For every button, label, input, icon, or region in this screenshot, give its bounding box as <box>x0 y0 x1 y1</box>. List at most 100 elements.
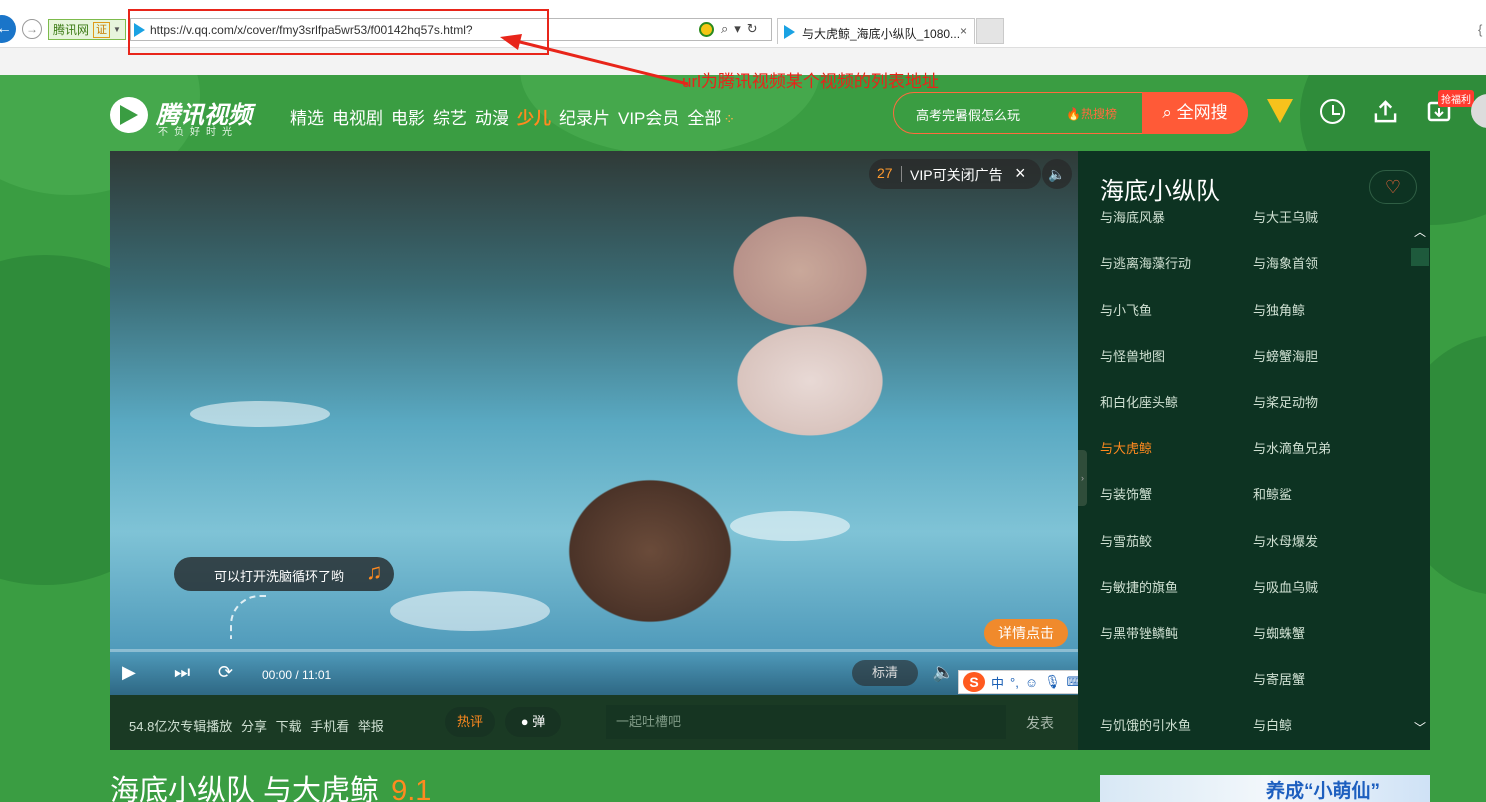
loop-tip-bubble[interactable]: 可以打开洗脑循环了哟 ♫ <box>174 557 394 591</box>
episode-item[interactable]: 与逃离海藻行动 <box>1100 253 1191 272</box>
nav-item-featured[interactable]: 精选 <box>290 104 324 129</box>
hot-comments-tab[interactable]: 热评 <box>445 707 495 737</box>
episode-item[interactable]: 与白鲸 <box>1253 715 1292 734</box>
play-icon[interactable]: ▶ <box>122 662 136 683</box>
ime-mic-icon[interactable]: 🎙 <box>1044 674 1061 690</box>
search-button-label: 全网搜 <box>1176 103 1228 122</box>
ad-banner-text: 养成“小萌仙” <box>1266 781 1381 802</box>
music-note-icon: ♫ <box>366 559 383 584</box>
browser-menu-icon[interactable]: { <box>1478 22 1482 37</box>
nav-item-documentary[interactable]: 纪录片 <box>559 104 610 129</box>
search-button[interactable]: ⌕ 全网搜 <box>1142 92 1248 134</box>
player-controls: ▶ ⏭ ⟳ 00:00 / 11:01 标清 🔈 S 中 °, ☺ 🎙 ⌨ 👤 … <box>110 652 1078 695</box>
stats-line: 54.8亿次专辑播放 分享 下载 手机看 举报 <box>129 716 384 735</box>
ime-toolbar[interactable]: S 中 °, ☺ 🎙 ⌨ 👤 👕 ▦ <box>958 670 1078 694</box>
episode-item[interactable]: 与水母爆发 <box>1253 531 1318 550</box>
episode-item[interactable]: 与怪兽地图 <box>1100 346 1165 365</box>
send-danmu-button[interactable]: 发表 <box>1026 713 1054 733</box>
episode-item[interactable]: 与水滴鱼兄弟 <box>1253 438 1331 457</box>
episode-item[interactable]: 与寄居蟹 <box>1253 669 1305 688</box>
nav-item-variety[interactable]: 综艺 <box>433 104 467 129</box>
episode-item[interactable]: 与大王乌贼 <box>1253 207 1318 226</box>
annotation-caption: url为腾讯视频某个视频的列表地址 <box>682 72 939 91</box>
episode-item[interactable]: 与饥饿的引水鱼 <box>1100 715 1191 734</box>
hot-search-link[interactable]: 🔥热搜榜 <box>1066 105 1117 122</box>
time-display: 00:00 / 11:01 <box>262 668 332 682</box>
download-link[interactable]: 下载 <box>276 719 302 734</box>
site-identity-badge[interactable]: 腾讯网 证 ▼ <box>48 19 126 40</box>
playlist-scrollbar[interactable] <box>1411 248 1429 266</box>
search-box[interactable]: 高考完暑假怎么玩 🔥热搜榜 ⌕ 全网搜 <box>893 92 1248 134</box>
episode-item[interactable]: 与螃蟹海胆 <box>1253 346 1318 365</box>
loop-icon[interactable]: ⟳ <box>218 662 233 683</box>
danmu-input[interactable]: 一起吐槽吧 <box>606 705 1006 739</box>
nav-item-tv[interactable]: 电视剧 <box>332 104 383 129</box>
nav-item-all[interactable]: 全部 ⁘ <box>687 104 735 129</box>
gift-badge[interactable]: 抢福利 <box>1438 90 1474 107</box>
ime-keyboard-icon[interactable]: ⌨ <box>1067 674 1078 690</box>
ad-countdown-bar[interactable]: 27 VIP可关闭广告 × <box>869 159 1041 189</box>
detail-button[interactable]: 详情点击 <box>984 619 1068 647</box>
forward-icon[interactable]: → <box>22 19 42 39</box>
chevron-up-icon[interactable]: ︿ <box>1414 223 1426 240</box>
chevron-down-icon[interactable]: ﹀ <box>1414 719 1426 736</box>
episode-item[interactable]: 和鲸鲨 <box>1253 484 1292 503</box>
compat-mode-icon[interactable] <box>699 22 714 37</box>
episode-item[interactable]: 与桨足动物 <box>1253 392 1318 411</box>
main-nav: 精选 电视剧 电影 综艺 动漫 少儿 纪录片 VIP会员 全部 ⁘ <box>290 104 735 129</box>
quality-selector[interactable]: 标清 <box>852 660 918 686</box>
nav-item-kids[interactable]: 少儿 <box>517 104 551 129</box>
browser-tab[interactable]: 与大虎鲸_海底小纵队_1080... × <box>777 18 975 44</box>
episode-item[interactable]: 与吸血乌贼 <box>1253 577 1318 596</box>
search-input[interactable]: 高考完暑假怎么玩 <box>916 105 1020 124</box>
close-icon[interactable]: × <box>1015 163 1026 184</box>
vip-skip-ad-link[interactable]: VIP可关闭广告 <box>910 165 1003 185</box>
episode-item[interactable]: 与蜘蛛蟹 <box>1253 623 1305 642</box>
episode-playlist: 海底小纵队 ♡ 与海底风暴 与大王乌贼 与逃离海藻行动 与海象首领 与小飞鱼 与… <box>1078 151 1430 750</box>
sogou-ime-icon[interactable]: S <box>963 672 985 692</box>
ime-punct-icon[interactable]: °, <box>1010 675 1019 690</box>
divider <box>901 166 902 182</box>
upload-icon[interactable] <box>1373 99 1398 124</box>
address-tools[interactable]: ⌕▾↻ <box>721 21 764 37</box>
episode-item[interactable]: 与黑带锉鳞鲀 <box>1100 623 1178 642</box>
back-icon[interactable]: ← <box>0 15 16 43</box>
collapse-playlist-handle[interactable]: › <box>1078 450 1087 506</box>
ad-banner[interactable]: 养成“小萌仙” <box>1100 775 1430 802</box>
report-link[interactable]: 举报 <box>358 719 384 734</box>
nav-item-anime[interactable]: 动漫 <box>475 104 509 129</box>
episode-item[interactable]: 与小飞鱼 <box>1100 300 1152 319</box>
tab-close-icon[interactable]: × <box>960 24 967 38</box>
episode-item[interactable]: 与雪茄鲛 <box>1100 531 1152 550</box>
episode-item[interactable]: 与独角鲸 <box>1253 300 1305 319</box>
nav-item-movie[interactable]: 电影 <box>391 104 425 129</box>
add-favorite-icon[interactable]: ♡ <box>1369 170 1417 204</box>
ime-mode-label[interactable]: 中 <box>991 673 1004 692</box>
mobile-watch-link[interactable]: 手机看 <box>310 719 349 734</box>
video-player[interactable]: 27 VIP可关闭广告 × 🔈 可以打开洗脑循环了哟 ♫ 详情点击 ▶ ⏭ ⟳ … <box>110 151 1078 695</box>
tencent-video-page: 腾讯视频 不负好时光 精选 电视剧 电影 综艺 动漫 少儿 纪录片 VIP会员 … <box>0 75 1486 802</box>
video-title-text: 海底小纵队 与大虎鲸 <box>110 775 380 802</box>
ime-emoji-icon[interactable]: ☺ <box>1025 675 1038 690</box>
episode-item[interactable]: 与装饰蟹 <box>1100 484 1152 503</box>
danmu-label: 弹 <box>532 714 546 729</box>
danmu-toggle[interactable]: ● 弹 <box>505 707 561 737</box>
new-tab-button[interactable] <box>976 18 1004 44</box>
next-icon[interactable]: ⏭ <box>174 662 190 683</box>
episode-item[interactable]: 与海象首领 <box>1253 253 1318 272</box>
nav-item-vip[interactable]: VIP会员 <box>618 104 679 129</box>
volume-icon[interactable]: 🔈 <box>1042 159 1072 189</box>
episode-item[interactable]: 与海底风暴 <box>1100 207 1165 226</box>
volume-control-icon[interactable]: 🔈 <box>932 662 954 683</box>
water-splash <box>390 591 550 631</box>
episode-item[interactable]: 与敏捷的旗鱼 <box>1100 577 1178 596</box>
certificate-icon: 证 <box>93 21 111 38</box>
water-splash <box>730 511 850 541</box>
loop-tip-text: 可以打开洗脑循环了哟 <box>214 569 345 584</box>
water-splash <box>190 401 330 427</box>
history-clock-icon[interactable] <box>1320 99 1345 124</box>
episode-item-active[interactable]: 与大虎鲸 <box>1100 438 1152 457</box>
vip-icon[interactable] <box>1267 99 1293 123</box>
episode-item[interactable]: 和白化座头鲸 <box>1100 392 1178 411</box>
share-link[interactable]: 分享 <box>241 719 267 734</box>
